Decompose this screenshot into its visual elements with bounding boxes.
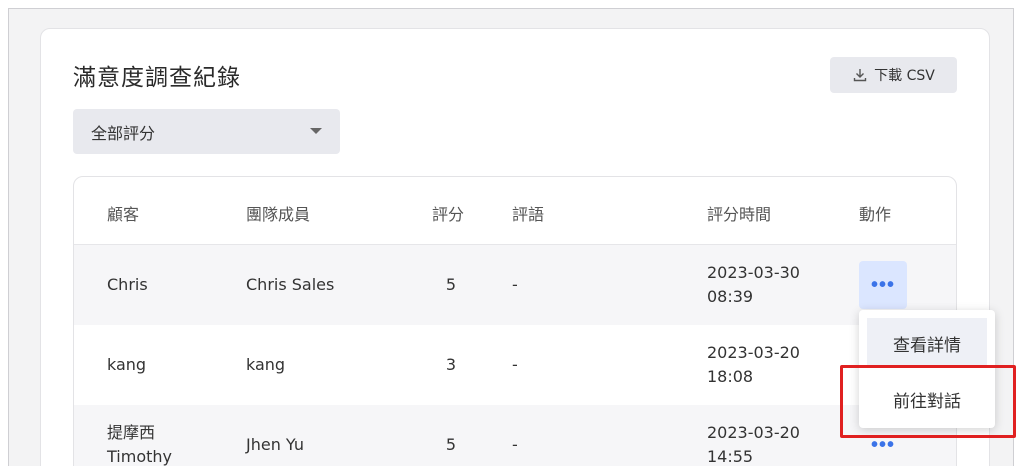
chevron-down-icon [310,128,322,134]
rating-filter-value: 全部評分 [91,123,156,143]
download-csv-label: 下載 CSV [874,68,935,84]
cell-customer: 提摩西 [107,423,156,442]
cell-comment: - [512,275,518,294]
table-row: 提摩西 Timothy Jhen Yu 5 - 2023-03-20 14:55… [74,405,956,466]
download-icon [853,69,867,82]
cell-date: 2023-03-20 [707,343,800,362]
cell-member: Jhen Yu [246,435,305,454]
cell-comment: - [512,355,518,374]
rating-filter-select[interactable]: 全部評分 [73,109,340,154]
cell-member: Chris Sales [246,275,335,294]
cell-customer: kang [107,355,147,374]
header-member: 團隊成員 [246,205,311,224]
cell-score: 3 [445,355,457,374]
header-action: 動作 [859,205,892,224]
cell-score: 5 [445,435,457,454]
survey-table: 顧客 團隊成員 評分 評語 評分時間 動作 Chris Chris Sales … [73,176,957,466]
cell-customer-line2: Timothy [107,447,172,466]
table-header: 顧客 團隊成員 評分 評語 評分時間 動作 [74,177,956,245]
row-action-button[interactable]: ••• [859,261,907,309]
header-score: 評分 [432,205,465,224]
cell-clock: 14:55 [707,447,754,466]
cell-customer: Chris [107,275,148,294]
cell-date: 2023-03-20 [707,423,800,442]
cell-member: kang [246,355,286,374]
menu-item-view-details[interactable]: 查看詳情 [867,318,987,368]
page-title: 滿意度調查紀錄 [73,65,241,91]
cell-date: 2023-03-30 [707,263,800,282]
table-row: kang kang 3 - 2023-03-20 18:08 [74,325,956,405]
header-comment: 評語 [512,205,545,224]
row-action-menu: 查看詳情 前往對話 [859,310,995,428]
header-time: 評分時間 [707,205,772,224]
download-csv-button[interactable]: 下載 CSV [830,57,957,93]
cell-clock: 08:39 [707,287,754,306]
cell-clock: 18:08 [707,367,754,386]
header-customer: 顧客 [107,205,140,224]
table-row: Chris Chris Sales 5 - 2023-03-30 08:39 •… [74,245,956,325]
cell-score: 5 [445,275,457,294]
cell-comment: - [512,435,518,454]
menu-item-go-to-conversation[interactable]: 前往對話 [867,374,987,424]
